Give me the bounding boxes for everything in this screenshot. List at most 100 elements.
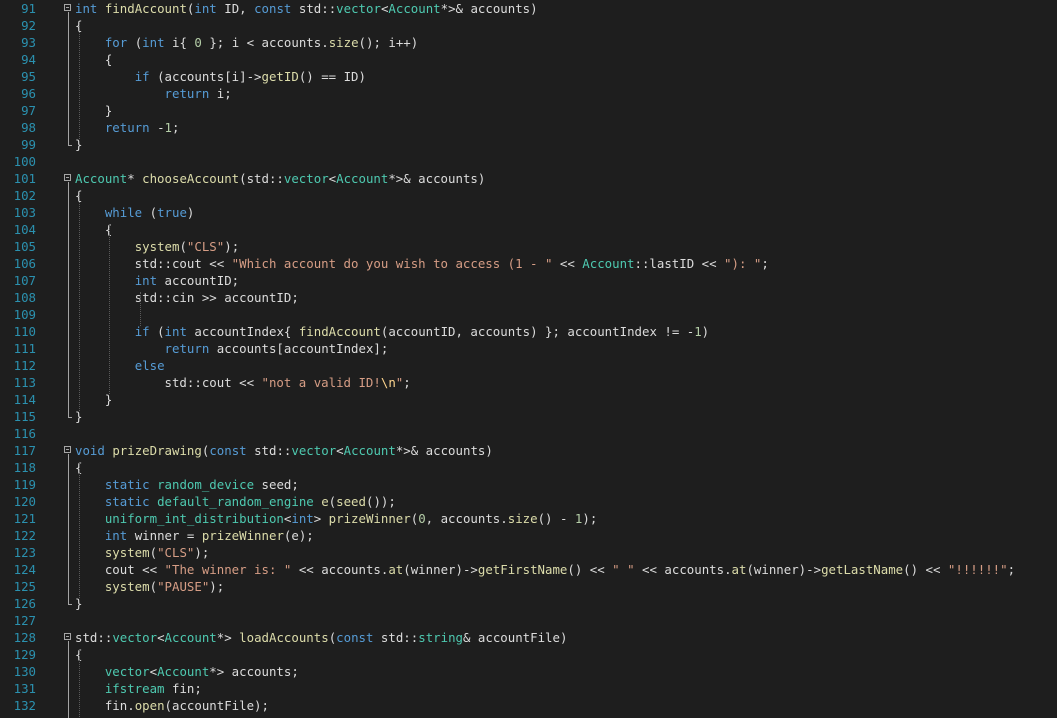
code-token: ; [761,256,769,271]
code-line[interactable]: 129{ [0,646,1057,663]
collapse-icon[interactable] [64,4,71,11]
code-token: << accounts. [634,562,732,577]
code-line[interactable]: 115} [0,408,1057,425]
code-line[interactable]: 91 int findAccount(int ID, const std::vec… [0,0,1057,17]
code-token: & accountFile) [463,630,568,645]
code-line[interactable]: 102{ [0,187,1057,204]
code-line[interactable]: 123 system("CLS"); [0,544,1057,561]
code-line[interactable]: 107 int accountID; [0,272,1057,289]
code-token: fin. [75,698,135,713]
code-line[interactable]: 122 int winner = prizeWinner(e); [0,527,1057,544]
code-line[interactable]: 117 void prizeDrawing(const std::vector<A… [0,442,1057,459]
code-token: ( [127,35,143,50]
code-token: () << [567,562,613,577]
code-token: () == ID) [298,69,366,84]
collapse-icon[interactable] [64,633,71,640]
indent-guide [79,190,80,411]
code-text: return accounts[accountIndex]; [75,340,389,357]
code-text: system("CLS"); [75,238,239,255]
line-number: 108 [13,290,36,305]
code-line[interactable]: 111 return accounts[accountIndex]; [0,340,1057,357]
code-line[interactable]: 121 uniform_int_distribution<int> prizeW… [0,510,1057,527]
code-line[interactable]: 93 for (int i{ 0 }; i < accounts.size();… [0,34,1057,51]
code-token: "CLS" [186,239,225,254]
code-line[interactable]: 101 Account* chooseAccount(std::vector<Ac… [0,170,1057,187]
code-line[interactable]: 116 [0,425,1057,442]
code-token: ( [179,239,187,254]
code-line[interactable]: 131 ifstream fin; [0,680,1057,697]
code-line[interactable]: 128 std::vector<Account*> loadAccounts(co… [0,629,1057,646]
line-number: 129 [13,647,36,662]
code-token: 1 [694,324,702,339]
code-line[interactable]: 95 if (accounts[i]->getID() == ID) [0,68,1057,85]
indent-guide [79,649,80,717]
code-line[interactable]: 114 } [0,391,1057,408]
code-token: else [134,358,165,373]
code-line[interactable]: 94 { [0,51,1057,68]
code-line[interactable]: 124 cout << "The winner is: " << account… [0,561,1057,578]
code-token: (accountFile); [164,698,269,713]
fold-bar [68,12,69,145]
line-number: 109 [13,307,36,322]
code-token: *> [216,630,240,645]
code-token: 0 [194,35,202,50]
code-editor[interactable]: 91 int findAccount(int ID, const std::vec… [0,0,1057,718]
code-line[interactable]: 108 std::cin >> accountID; [0,289,1057,306]
code-line[interactable]: 127 [0,612,1057,629]
code-token: int [104,528,128,543]
code-token: ) [701,324,710,339]
code-line[interactable]: 119 static random_device seed; [0,476,1057,493]
code-line[interactable]: 98 return -1; [0,119,1057,136]
collapse-icon[interactable] [64,446,71,453]
code-token: * [127,171,143,186]
code-token: , accounts. [425,511,508,526]
code-token: << accounts. [291,562,389,577]
code-line[interactable]: 112 else [0,357,1057,374]
line-number: 120 [13,494,36,509]
line-number: 98 [21,120,36,135]
line-number: 132 [13,698,36,713]
code-token: ); [582,511,598,526]
code-line[interactable]: 92{ [0,17,1057,34]
code-line[interactable]: 109 [0,306,1057,323]
code-token: while [104,205,143,220]
code-line[interactable]: 130 vector<Account*> accounts; [0,663,1057,680]
code-line[interactable]: 105 system("CLS"); [0,238,1057,255]
line-number: 127 [13,613,36,628]
line-number: 112 [13,358,36,373]
code-line[interactable]: 126} [0,595,1057,612]
code-line[interactable]: 132 fin.open(accountFile); [0,697,1057,714]
collapse-icon[interactable] [64,174,71,181]
code-token: cout << [75,562,165,577]
code-line[interactable]: 125 system("PAUSE"); [0,578,1057,595]
code-token: std:: [373,630,419,645]
code-token: int [134,273,158,288]
code-text: { [75,51,112,68]
code-token: ; [1007,562,1016,577]
code-line[interactable]: 110 if (int accountIndex{ findAccount(ac… [0,323,1057,340]
code-line[interactable]: 120 static default_random_engine e(seed(… [0,493,1057,510]
code-line[interactable]: 99} [0,136,1057,153]
code-token: < [328,171,337,186]
code-text: int findAccount(int ID, const std::vecto… [75,0,538,17]
code-line[interactable]: 103 while (true) [0,204,1057,221]
code-line[interactable]: 97 } [0,102,1057,119]
code-token: getLastName [821,562,904,577]
code-line[interactable]: 96 return i; [0,85,1057,102]
code-line[interactable]: 118{ [0,459,1057,476]
code-line[interactable]: 100 [0,153,1057,170]
code-text: } [75,102,112,119]
line-number: 123 [13,545,36,560]
code-token: i; [209,86,232,101]
code-token: int [75,1,98,16]
code-token: Account [388,1,441,16]
code-line[interactable]: 113 std::cout << "not a valid ID!\n"; [0,374,1057,391]
code-text: return i; [75,85,232,102]
code-token: } [75,137,83,152]
code-line[interactable]: 106 std::cout << "Which account do you w… [0,255,1057,272]
code-token: return [164,86,210,101]
code-token: ; [172,120,180,135]
code-line[interactable]: 104 { [0,221,1057,238]
